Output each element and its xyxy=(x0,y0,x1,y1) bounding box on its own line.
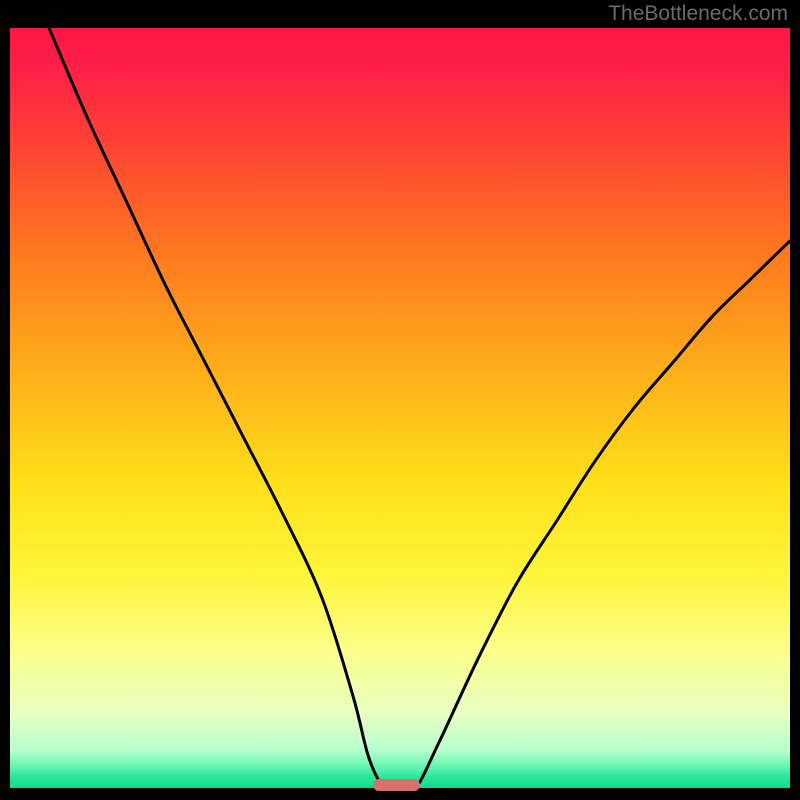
chart-frame: TheBottleneck.com xyxy=(0,0,800,800)
gradient-background xyxy=(10,28,790,788)
bottleneck-chart xyxy=(10,28,790,788)
watermark-label: TheBottleneck.com xyxy=(608,2,788,26)
optimal-marker xyxy=(373,779,420,791)
